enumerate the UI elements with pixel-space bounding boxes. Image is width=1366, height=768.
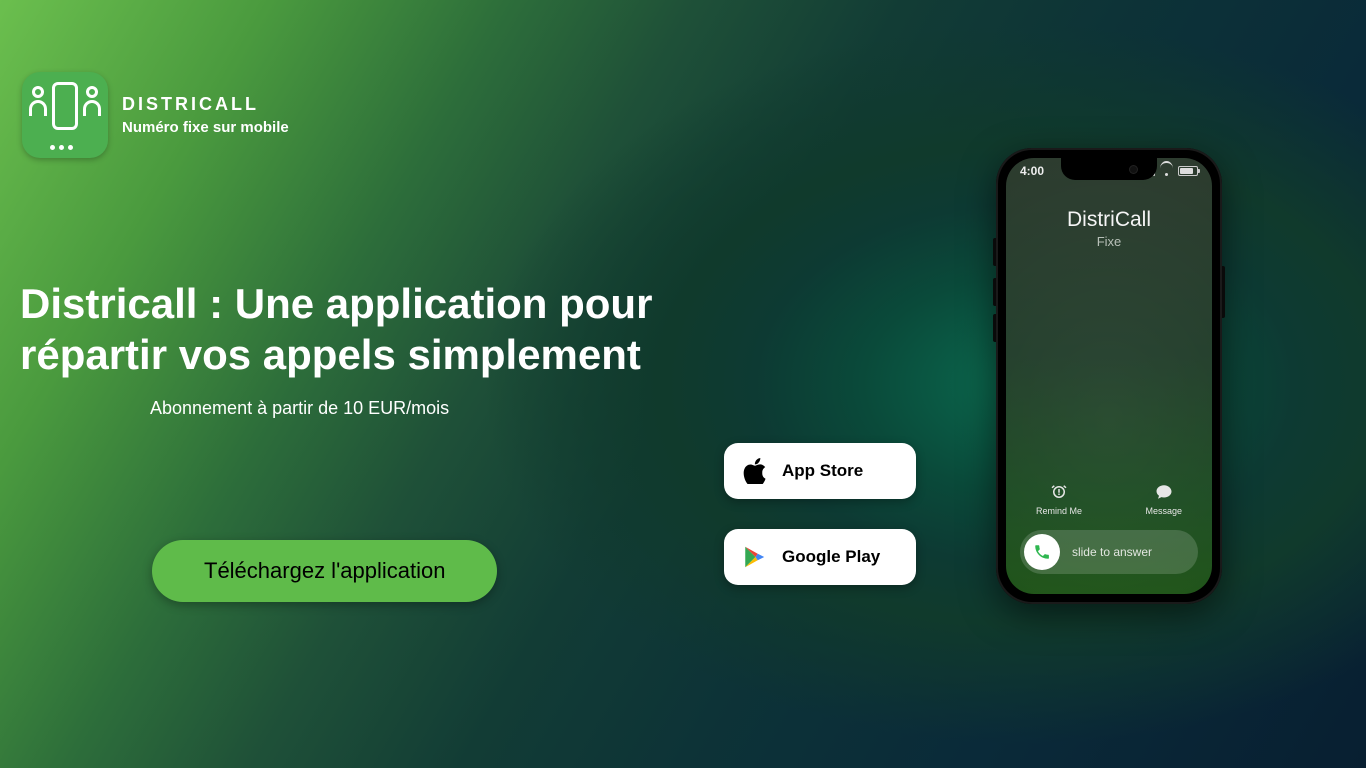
brand-name: DISTRICALL [122, 94, 289, 115]
download-button[interactable]: Téléchargez l'application [152, 540, 497, 602]
phone-screen: 4:00 DistriCall Fixe Remind Me M [1006, 158, 1212, 594]
alarm-icon [1050, 483, 1068, 501]
battery-icon [1178, 166, 1198, 176]
hero-section: Districall : Une application pour répart… [20, 278, 660, 419]
phone-mockup: 4:00 DistriCall Fixe Remind Me M [996, 148, 1222, 604]
remind-me-action: Remind Me [1036, 483, 1082, 516]
phone-status-time: 4:00 [1020, 164, 1044, 178]
slide-label: slide to answer [1060, 545, 1194, 559]
caller-name: DistriCall [1006, 208, 1212, 232]
store-buttons: App Store Google Play [724, 443, 916, 585]
app-store-label: App Store [782, 461, 863, 481]
brand-block: DISTRICALL Numéro fixe sur mobile [22, 72, 289, 158]
hero-subtitle: Abonnement à partir de 10 EUR/mois [150, 398, 660, 419]
message-action: Message [1145, 483, 1182, 516]
google-play-label: Google Play [782, 547, 880, 567]
caller-type: Fixe [1006, 234, 1212, 249]
slide-to-answer: slide to answer [1020, 530, 1198, 574]
message-icon [1155, 483, 1173, 501]
answer-knob [1024, 534, 1060, 570]
phone-notch [1061, 158, 1157, 180]
wifi-icon [1160, 166, 1173, 176]
brand-tagline: Numéro fixe sur mobile [122, 119, 289, 136]
message-label: Message [1145, 506, 1182, 516]
app-logo-icon [22, 72, 108, 158]
apple-icon [742, 458, 768, 484]
remind-me-label: Remind Me [1036, 506, 1082, 516]
google-play-icon [742, 544, 768, 570]
app-store-button[interactable]: App Store [724, 443, 916, 499]
hero-headline: Districall : Une application pour répart… [20, 278, 660, 380]
google-play-button[interactable]: Google Play [724, 529, 916, 585]
